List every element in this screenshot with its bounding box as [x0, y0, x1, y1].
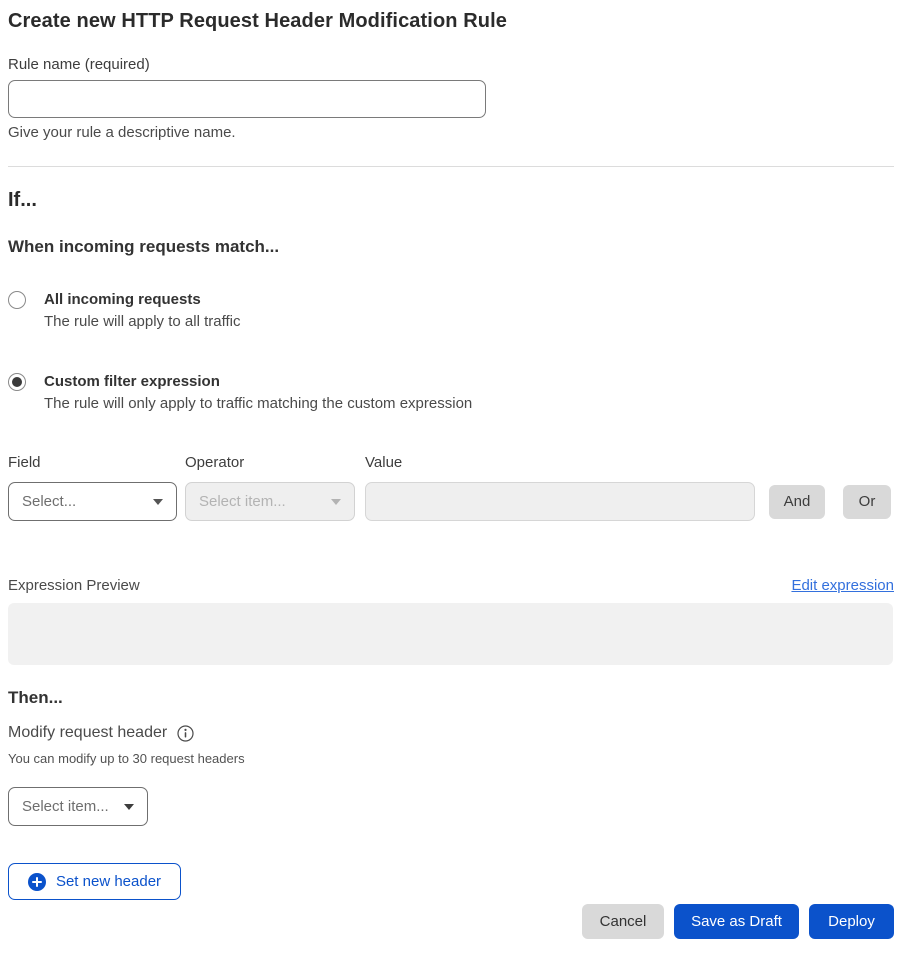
expression-builder-labels: Field Operator Value [8, 454, 894, 472]
expression-preview-header: Expression Preview Edit expression [8, 576, 894, 596]
radio-description: The rule will only apply to traffic matc… [44, 394, 472, 414]
value-input[interactable] [365, 482, 755, 521]
or-button[interactable]: Or [843, 485, 891, 519]
set-new-header-button[interactable]: Set new header [8, 863, 181, 900]
set-new-header-label: Set new header [56, 873, 161, 890]
info-icon[interactable] [177, 725, 194, 742]
radio-custom-filter-expression[interactable] [8, 373, 26, 391]
radio-all-incoming-requests[interactable] [8, 291, 26, 309]
operator-select-value: Select item... [199, 493, 286, 510]
page-title: Create new HTTP Request Header Modificat… [8, 8, 894, 34]
option-custom-filter-expression: Custom filter expression The rule will o… [8, 372, 894, 414]
expression-builder-row: Select... Select item... And Or [8, 482, 894, 521]
create-rule-page: Create new HTTP Request Header Modificat… [0, 0, 899, 939]
if-heading: If... [8, 187, 894, 213]
header-name-select-value: Select item... [22, 798, 109, 815]
cancel-button[interactable]: Cancel [582, 904, 664, 939]
and-button[interactable]: And [769, 485, 825, 519]
field-select[interactable]: Select... [8, 482, 177, 521]
deploy-button[interactable]: Deploy [809, 904, 894, 939]
save-as-draft-button[interactable]: Save as Draft [674, 904, 799, 939]
rule-name-helper: Give your rule a descriptive name. [8, 124, 894, 142]
match-heading: When incoming requests match... [8, 237, 894, 257]
chevron-down-icon [331, 499, 341, 505]
operator-select[interactable]: Select item... [185, 482, 355, 521]
modify-header-row: Modify request header [8, 723, 894, 743]
field-label: Field [8, 454, 185, 472]
radio-label[interactable]: All incoming requests [44, 290, 240, 310]
radio-description: The rule will apply to all traffic [44, 312, 240, 332]
value-label: Value [365, 454, 402, 472]
chevron-down-icon [124, 804, 134, 810]
operator-label: Operator [185, 454, 365, 472]
expression-preview-box [8, 603, 893, 665]
radio-label[interactable]: Custom filter expression [44, 372, 472, 392]
radio-texts: All incoming requests The rule will appl… [44, 290, 240, 332]
modify-request-header-label: Modify request header [8, 723, 167, 743]
field-select-value: Select... [22, 493, 76, 510]
rule-name-label: Rule name (required) [8, 56, 894, 74]
plus-circle-icon [28, 873, 46, 891]
footer-actions: Cancel Save as Draft Deploy [8, 904, 894, 939]
then-heading: Then... [8, 687, 894, 709]
expression-preview-label: Expression Preview [8, 576, 140, 596]
section-divider [8, 166, 894, 167]
chevron-down-icon [153, 499, 163, 505]
radio-texts: Custom filter expression The rule will o… [44, 372, 472, 414]
header-name-select[interactable]: Select item... [8, 787, 148, 826]
option-all-incoming-requests: All incoming requests The rule will appl… [8, 290, 894, 332]
modify-header-helper: You can modify up to 30 request headers [8, 751, 894, 766]
rule-name-input[interactable] [8, 80, 486, 118]
edit-expression-link[interactable]: Edit expression [791, 576, 894, 596]
